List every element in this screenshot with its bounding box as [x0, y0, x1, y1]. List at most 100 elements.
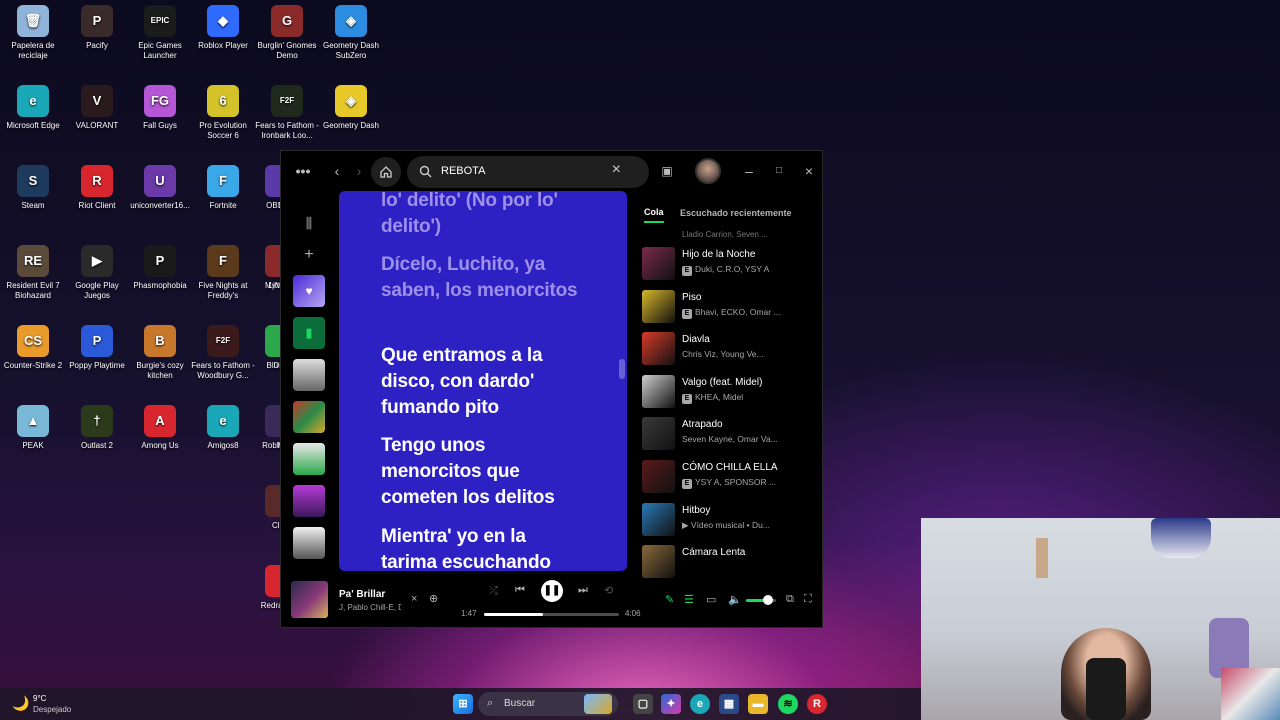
desktop-shortcut[interactable]: R Riot Client [64, 165, 130, 211]
tab-queue[interactable]: Cola [644, 207, 664, 223]
playlist-cover-4[interactable] [293, 485, 325, 517]
volume-knob[interactable] [762, 595, 773, 605]
queue-item[interactable]: Valgo (feat. Midel) E KHEA, Midel [642, 372, 818, 412]
desktop-shortcut[interactable]: V VALORANT [64, 85, 130, 131]
home-button[interactable] [371, 157, 401, 187]
queue-item-title[interactable]: Atrapado [682, 419, 723, 430]
desktop-shortcut[interactable]: F2F Fears to Fathom - Woodbury G... [190, 325, 256, 381]
desktop-shortcut[interactable]: P Poppy Playtime [64, 325, 130, 371]
queue-item[interactable]: Hitboy ▶ Vídeo musical • Du... [642, 500, 818, 540]
now-playing-cover[interactable] [291, 581, 328, 618]
playlist-cover-5[interactable] [293, 527, 325, 559]
progress-bar[interactable] [484, 613, 619, 616]
lyrics-scrollbar[interactable] [619, 359, 625, 379]
copilot-icon[interactable]: ✦ [661, 694, 681, 714]
desktop-shortcut[interactable]: ▲ PEAK [0, 405, 66, 451]
desktop-shortcut[interactable]: † Outlast 2 [64, 405, 130, 451]
desktop-shortcut[interactable]: ▶ Google Play Juegos [64, 245, 130, 301]
next-icon[interactable]: ⏭ [578, 584, 588, 597]
desktop-shortcut[interactable]: 6 Pro Evolution Soccer 6 [190, 85, 256, 141]
queue-item-title[interactable]: Hijo de la Noche [682, 249, 755, 260]
queue-item[interactable]: CÓMO CHILLA ELLA E YSY A, SPONSOR ... [642, 457, 818, 497]
queue-item-title[interactable]: Hitboy [682, 505, 710, 516]
queue-item-artist[interactable]: E YSY A, SPONSOR ... [682, 477, 776, 489]
desktop-shortcut[interactable]: 🗑 Papelera de reciclaje [0, 5, 66, 61]
user-avatar[interactable] [695, 158, 721, 184]
queue-item[interactable]: Atrapado Seven Kayne, Omar Va... [642, 414, 818, 454]
desktop-shortcut[interactable]: e Amigos8 [190, 405, 256, 451]
desktop-shortcut[interactable]: EPIC Epic Games Launcher [127, 5, 193, 61]
desktop-shortcut[interactable]: F Five Nights at Freddy's [190, 245, 256, 301]
repeat-icon[interactable]: ⟲ [604, 584, 613, 597]
desktop-shortcut[interactable]: P Phasmophobia [127, 245, 193, 291]
tab-recently-played[interactable]: Escuchado recientemente [680, 208, 792, 218]
playlist-cover-1[interactable] [293, 359, 325, 391]
queue-item[interactable]: Piso E Bhavi, ECKO, Omar ... [642, 287, 818, 327]
close-window-icon[interactable]: × [799, 161, 819, 181]
volume-icon[interactable]: 🔈 [728, 593, 742, 606]
library-icon[interactable]: ⫼ [293, 207, 325, 239]
queue-item-artist[interactable]: ▶ Vídeo musical • Du... [682, 520, 770, 531]
weather-temp[interactable]: 9°C [33, 694, 46, 703]
store-icon[interactable]: ▦ [719, 694, 739, 714]
queue-item-title[interactable]: Valgo (feat. Midel) [682, 377, 762, 388]
queue-icon[interactable]: ☰ [684, 593, 694, 606]
now-playing-artist[interactable]: J, Pablo Chill-E, D [339, 603, 401, 612]
desktop-shortcut[interactable]: ◆ Roblox Player [190, 5, 256, 51]
search-input[interactable]: REBOTA [441, 165, 485, 177]
desktop-shortcut[interactable]: B Burgie's cozy kitchen [127, 325, 193, 381]
desktop-shortcut[interactable]: ◈ Geometry Dash SubZero [318, 5, 384, 61]
maximize-icon[interactable]: □ [769, 161, 789, 181]
desktop-shortcut[interactable]: F2F Fears to Fathom - Ironbark Loo... [254, 85, 320, 141]
desktop-shortcut[interactable]: F Fortnite [190, 165, 256, 211]
queue-item-artist[interactable]: E Bhavi, ECKO, Omar ... [682, 307, 781, 319]
file-explorer-icon[interactable]: ▬ [748, 694, 768, 714]
search-bar[interactable]: REBOTA × [407, 156, 649, 188]
desktop-shortcut[interactable]: RE Resident Evil 7 Biohazard [0, 245, 66, 301]
desktop-shortcut[interactable]: P Pacify [64, 5, 130, 51]
queue-item-title[interactable]: Diavla [682, 334, 710, 345]
lyrics-icon[interactable]: ✎ [665, 593, 674, 606]
minimize-icon[interactable]: – [739, 161, 759, 181]
desktop-shortcut[interactable]: e Microsoft Edge [0, 85, 66, 131]
shuffle-icon[interactable]: ⤮ [489, 585, 498, 598]
desktop-shortcut[interactable]: ◈ Geometry Dash [318, 85, 384, 131]
playlist-cover-3[interactable] [293, 443, 325, 475]
add-to-library-icon[interactable]: ⊕ [429, 592, 438, 605]
weather-desc[interactable]: Despejado [33, 705, 71, 714]
create-playlist-icon[interactable]: + [293, 239, 325, 271]
desktop-shortcut[interactable]: S Steam [0, 165, 66, 211]
connect-device-icon[interactable]: ▭ [706, 593, 716, 606]
queue-item-artist[interactable]: E Duki, C.R.O, YSY A [682, 264, 769, 276]
taskbar-search[interactable]: ⌕ Buscar [478, 692, 618, 716]
back-icon[interactable]: ‹ [327, 161, 347, 181]
saved-episodes-icon[interactable]: ▮ [293, 317, 325, 349]
spotify-taskbar-icon[interactable]: ≋ [778, 694, 798, 714]
playlist-cover-2[interactable] [293, 401, 325, 433]
volume-slider[interactable] [746, 595, 776, 605]
miniplayer-icon[interactable]: ⧉ [786, 593, 794, 606]
queue-item[interactable]: Diavla Chris Viz, Young Ve... [642, 329, 818, 369]
liked-songs-icon[interactable]: ♥ [293, 275, 325, 307]
dismiss-icon[interactable]: × [411, 593, 417, 605]
edge-taskbar-icon[interactable]: e [690, 694, 710, 714]
queue-item-artist[interactable]: Seven Kayne, Omar Va... [682, 434, 778, 444]
desktop-shortcut[interactable]: A Among Us [127, 405, 193, 451]
task-view-icon[interactable]: ▢ [633, 694, 653, 714]
desktop-shortcut[interactable]: Uuniconverter16... [127, 165, 193, 211]
weather-icon[interactable]: 🌙 [12, 695, 29, 712]
queue-item-title[interactable]: CÓMO CHILLA ELLA [682, 462, 778, 473]
queue-item[interactable]: Hijo de la Noche E Duki, C.R.O, YSY A [642, 244, 818, 284]
queue-item-title[interactable]: Cámara Lenta [682, 547, 745, 558]
desktop-shortcut[interactable]: CS Counter-Strike 2 [0, 325, 66, 371]
browse-icon[interactable]: ▣ [657, 161, 677, 181]
desktop-shortcut[interactable]: FG Fall Guys [127, 85, 193, 131]
more-menu-icon[interactable]: ••• [293, 161, 313, 181]
clear-search-icon[interactable]: × [612, 161, 621, 179]
desktop-shortcut[interactable]: G Burglin' Gnomes Demo [254, 5, 320, 61]
pause-button[interactable]: ❚❚ [541, 580, 563, 602]
riot-taskbar-icon[interactable]: R [807, 694, 827, 714]
queue-item-title[interactable]: Piso [682, 292, 701, 303]
fullscreen-icon[interactable]: ⛶ [804, 593, 812, 606]
queue-item-artist[interactable]: E KHEA, Midel [682, 392, 743, 404]
